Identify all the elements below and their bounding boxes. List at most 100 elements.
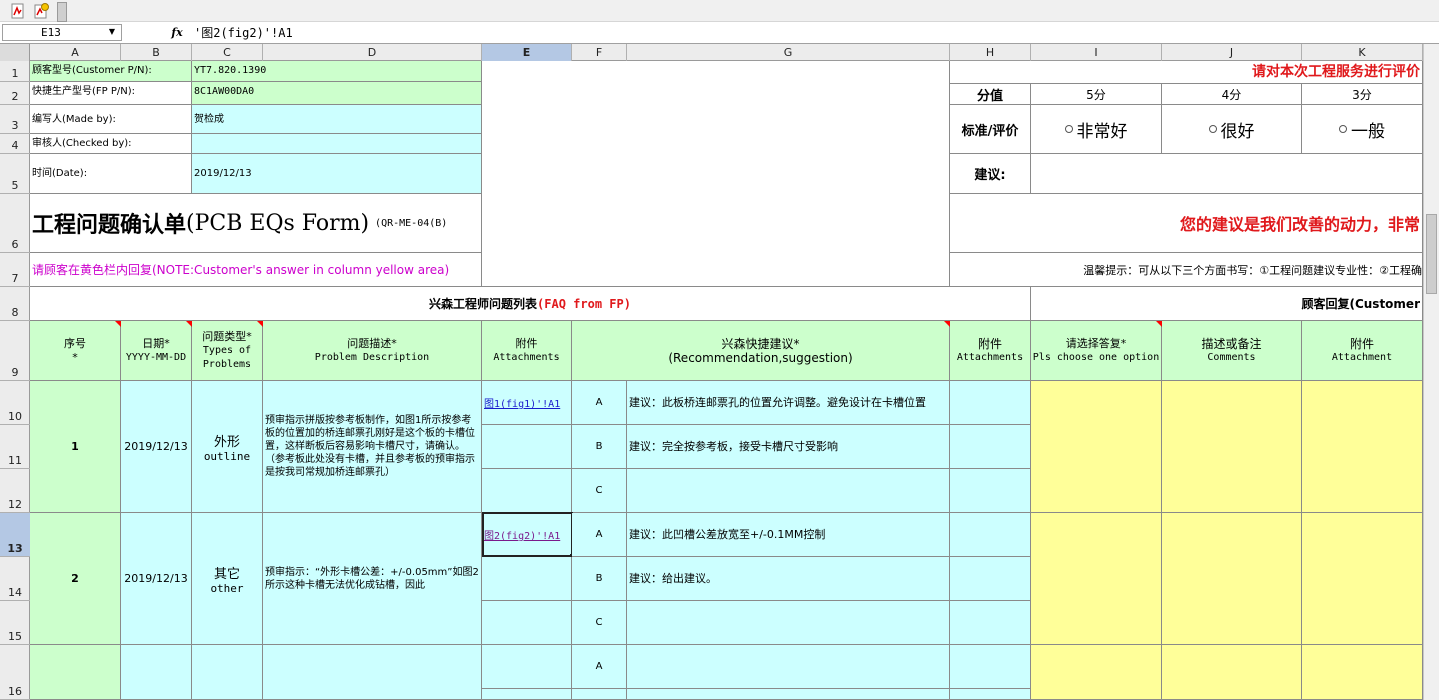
customer-pn-value[interactable]: YT7.820.1390 [192,61,482,82]
fp-pn-label: 快捷生产型号(FP P/N): [30,82,192,105]
item-2-option-b-text[interactable]: 建议：给出建议。 [627,557,950,601]
formula-input[interactable]: '图2(fig2)'!A1 [194,25,293,41]
comment-indicator-icon[interactable] [115,321,121,327]
suggestion-input[interactable] [1031,154,1423,194]
item-2-no[interactable]: 2 [30,513,121,645]
item-1-attachment-link[interactable]: 图1(fig1)'!A1 [482,399,560,410]
row-header-6[interactable]: 6 [0,194,30,253]
comment-indicator-icon[interactable] [257,321,263,327]
item-1-type[interactable]: 外形 outline [192,381,263,513]
column-header-f[interactable]: F [572,44,627,61]
chevron-down-icon[interactable]: ▼ [108,26,116,38]
option-good[interactable]: 很好 [1162,105,1302,154]
item-2-date[interactable]: 2019/12/13 [121,513,192,645]
item-1-date[interactable]: 2019/12/13 [121,381,192,513]
item-3-no[interactable] [30,645,121,700]
item-3-customer-choice[interactable] [1031,645,1162,700]
comment-indicator-icon[interactable] [186,321,192,327]
item-2-option-a-text[interactable]: 建议：此凹槽公差放宽至+/-0.1MM控制 [627,513,950,557]
row-header-7[interactable]: 7 [0,253,30,287]
row-header-14[interactable]: 14 [0,557,30,601]
column-header-i[interactable]: I [1031,44,1162,61]
fp-pn-value[interactable]: 8C1AW00DA0 [192,82,482,105]
item-1-attach-cell-c[interactable] [482,469,572,513]
date-value[interactable]: 2019/12/13 [192,154,482,194]
item-2-attach-cell-b[interactable] [482,557,572,601]
item-3-customer-comments[interactable] [1162,645,1302,700]
item-1-attach2-a[interactable] [950,381,1031,425]
column-header-g[interactable]: G [627,44,950,61]
item-3-date[interactable] [121,645,192,700]
item-2-customer-attachment[interactable] [1302,513,1423,645]
row-header-3[interactable]: 3 [0,105,30,134]
header-comments-sub: Comments [1207,351,1256,363]
item-1-desc[interactable]: 预审指示拼版按参考板制作，如图1所示按参考板的位置加的桥连邮票孔刚好是这个板的卡… [263,381,482,513]
row-header-4[interactable]: 4 [0,134,30,154]
column-header-d[interactable]: D [263,44,482,61]
item-3-attach-cell-b[interactable] [482,689,572,700]
item-1-attach-cell-b[interactable] [482,425,572,469]
column-header-c[interactable]: C [192,44,263,61]
column-header-b[interactable]: B [121,44,192,61]
row-header-2[interactable]: 2 [0,82,30,105]
item-3-attach2-a[interactable] [950,645,1031,689]
radio-icon[interactable] [1208,125,1217,133]
made-by-value[interactable]: 贺检成 [192,105,482,134]
row-header-1[interactable]: 1 [0,61,30,82]
item-2-desc[interactable]: 预审指示：“外形卡槽公差：+/-0.05mm”如图2所示这种卡槽无法优化成钻槽，… [263,513,482,645]
option-very-good[interactable]: 非常好 [1031,105,1162,154]
item-3-type[interactable] [192,645,263,700]
item-1-customer-attachment[interactable] [1302,381,1423,513]
vertical-scrollbar[interactable] [1423,44,1439,700]
checked-by-value[interactable] [192,134,482,154]
item-2-attach2-c[interactable] [950,601,1031,645]
item-1-attach2-b[interactable] [950,425,1031,469]
row-header-15[interactable]: 15 [0,601,30,645]
item-2-attach2-a[interactable] [950,513,1031,557]
radio-icon[interactable] [1064,125,1073,133]
item-1-no[interactable]: 1 [30,381,121,513]
item-2-attach-cell-c[interactable] [482,601,572,645]
item-3-customer-attachment[interactable] [1302,645,1423,700]
select-all-corner[interactable] [0,44,30,61]
item-2-option-c-text[interactable] [627,601,950,645]
item-3-desc[interactable] [263,645,482,700]
item-1-attach2-c[interactable] [950,469,1031,513]
option-average[interactable]: 一般 [1302,105,1423,154]
row-header-16[interactable]: 16 [0,645,30,700]
item-2-type[interactable]: 其它 other [192,513,263,645]
column-header-j[interactable]: J [1162,44,1302,61]
item-3-attach-cell[interactable] [482,645,572,689]
toolbar-overflow-button[interactable] [57,2,67,22]
row-header-12[interactable]: 12 [0,469,30,513]
scrollbar-thumb[interactable] [1426,214,1437,294]
row-header-11[interactable]: 11 [0,425,30,469]
column-header-e[interactable]: E [482,44,572,61]
item-1-attach-cell[interactable]: 图1(fig1)'!A1 [482,381,572,425]
item-1-option-c-text[interactable] [627,469,950,513]
item-1-option-a-text[interactable]: 建议：此板桥连邮票孔的位置允许调整。避免设计在卡槽位置 [627,381,950,425]
row-header-8[interactable]: 8 [0,287,30,321]
column-header-a[interactable]: A [30,44,121,61]
item-1-customer-choice[interactable] [1031,381,1162,513]
item-3-option-b-text[interactable] [627,689,950,700]
item-1-option-b-text[interactable]: 建议：完全按参考板，接受卡槽尺寸受影响 [627,425,950,469]
suggestion-label: 建议: [950,154,1031,194]
pdf-settings-icon[interactable] [33,3,49,19]
function-icon[interactable]: fx [170,25,184,41]
item-1-customer-comments[interactable] [1162,381,1302,513]
row-header-13[interactable]: 13 [0,513,30,557]
row-header-10[interactable]: 10 [0,381,30,425]
row-header-9[interactable]: 9 [0,321,30,381]
radio-icon[interactable] [1339,125,1347,133]
item-2-customer-comments[interactable] [1162,513,1302,645]
column-header-h[interactable]: H [950,44,1031,61]
item-2-customer-choice[interactable] [1031,513,1162,645]
row-header-5[interactable]: 5 [0,154,30,194]
pdf-icon[interactable] [10,3,26,19]
item-2-attach2-b[interactable] [950,557,1031,601]
item-3-attach2-b[interactable] [950,689,1031,700]
column-header-k[interactable]: K [1302,44,1423,61]
name-box[interactable]: E13 [2,24,122,41]
item-3-option-a-text[interactable] [627,645,950,689]
